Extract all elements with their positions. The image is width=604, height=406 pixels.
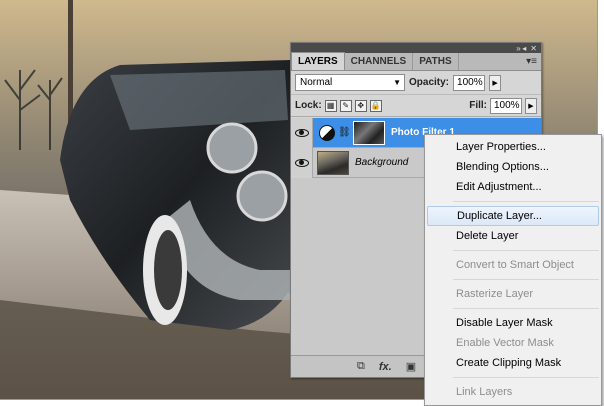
lock-pixels-icon[interactable]: ✎ (339, 99, 352, 112)
lock-position-icon[interactable]: ✥ (354, 99, 367, 112)
layer-context-menu: Layer Properties... Blending Options... … (424, 134, 602, 406)
layer-thumbnail (317, 150, 349, 175)
blend-mode-value: Normal (300, 77, 333, 88)
menu-separator (453, 279, 599, 280)
panel-menu-icon[interactable]: ▾≡ (526, 56, 537, 67)
eye-icon (294, 128, 309, 137)
opacity-label: Opacity: (409, 77, 450, 88)
menu-item-disable-layer-mask[interactable]: Disable Layer Mask (425, 313, 601, 333)
lock-fill-row: Lock: ▦ ✎ ✥ 🔒 Fill: 100% ▶ (291, 95, 541, 117)
menu-item-blending-options[interactable]: Blending Options... (425, 157, 601, 177)
adjustment-layer-icon (319, 124, 335, 141)
visibility-toggle[interactable] (291, 147, 313, 178)
menu-item-delete-layer[interactable]: Delete Layer (425, 226, 601, 246)
lock-transparent-icon[interactable]: ▦ (324, 99, 337, 112)
close-panel-icon[interactable]: ✕ (530, 44, 537, 53)
fill-slider-button[interactable]: ▶ (525, 97, 537, 114)
visibility-toggle[interactable] (291, 117, 313, 148)
add-mask-icon[interactable]: ▣ (406, 360, 416, 373)
lock-label: Lock: (295, 100, 322, 111)
menu-separator (453, 308, 599, 309)
tab-channels[interactable]: CHANNELS (345, 53, 414, 70)
menu-item-enable-vector-mask[interactable]: Enable Vector Mask (425, 333, 601, 353)
opacity-input[interactable]: 100% (453, 74, 486, 91)
link-layers-icon[interactable]: ⧉ (357, 360, 365, 373)
blend-opacity-row: Normal ▼ Opacity: 100% ▶ (291, 71, 541, 95)
tab-layers[interactable]: LAYERS (291, 52, 345, 70)
menu-item-convert-smart-object[interactable]: Convert to Smart Object (425, 255, 601, 275)
layer-name: Background (355, 157, 409, 168)
chevron-down-icon: ▼ (393, 78, 401, 87)
panel-tab-bar: LAYERS CHANNELS PATHS ▾≡ (291, 52, 541, 71)
fill-input[interactable]: 100% (490, 97, 522, 114)
fx-icon[interactable]: fx. (379, 361, 392, 373)
menu-item-rasterize-layer[interactable]: Rasterize Layer (425, 284, 601, 304)
menu-item-create-clipping-mask[interactable]: Create Clipping Mask (425, 353, 601, 373)
menu-item-duplicate-layer[interactable]: Duplicate Layer... (427, 206, 599, 226)
fill-label: Fill: (469, 100, 487, 111)
menu-separator (453, 250, 599, 251)
blend-mode-select[interactable]: Normal ▼ (295, 74, 405, 91)
opacity-slider-button[interactable]: ▶ (489, 74, 502, 91)
layer-mask-thumbnail[interactable] (353, 120, 385, 145)
menu-item-layer-properties[interactable]: Layer Properties... (425, 137, 601, 157)
eye-icon (294, 158, 309, 167)
link-chain-icon[interactable]: ⛓ (338, 127, 351, 138)
tab-paths[interactable]: PATHS (413, 53, 459, 70)
menu-item-link-layers[interactable]: Link Layers (425, 382, 601, 402)
collapse-panel-icon[interactable]: » ◂ (516, 44, 526, 53)
menu-separator (453, 377, 599, 378)
menu-separator (453, 201, 599, 202)
lock-all-icon[interactable]: 🔒 (369, 99, 382, 112)
menu-item-edit-adjustment[interactable]: Edit Adjustment... (425, 177, 601, 197)
